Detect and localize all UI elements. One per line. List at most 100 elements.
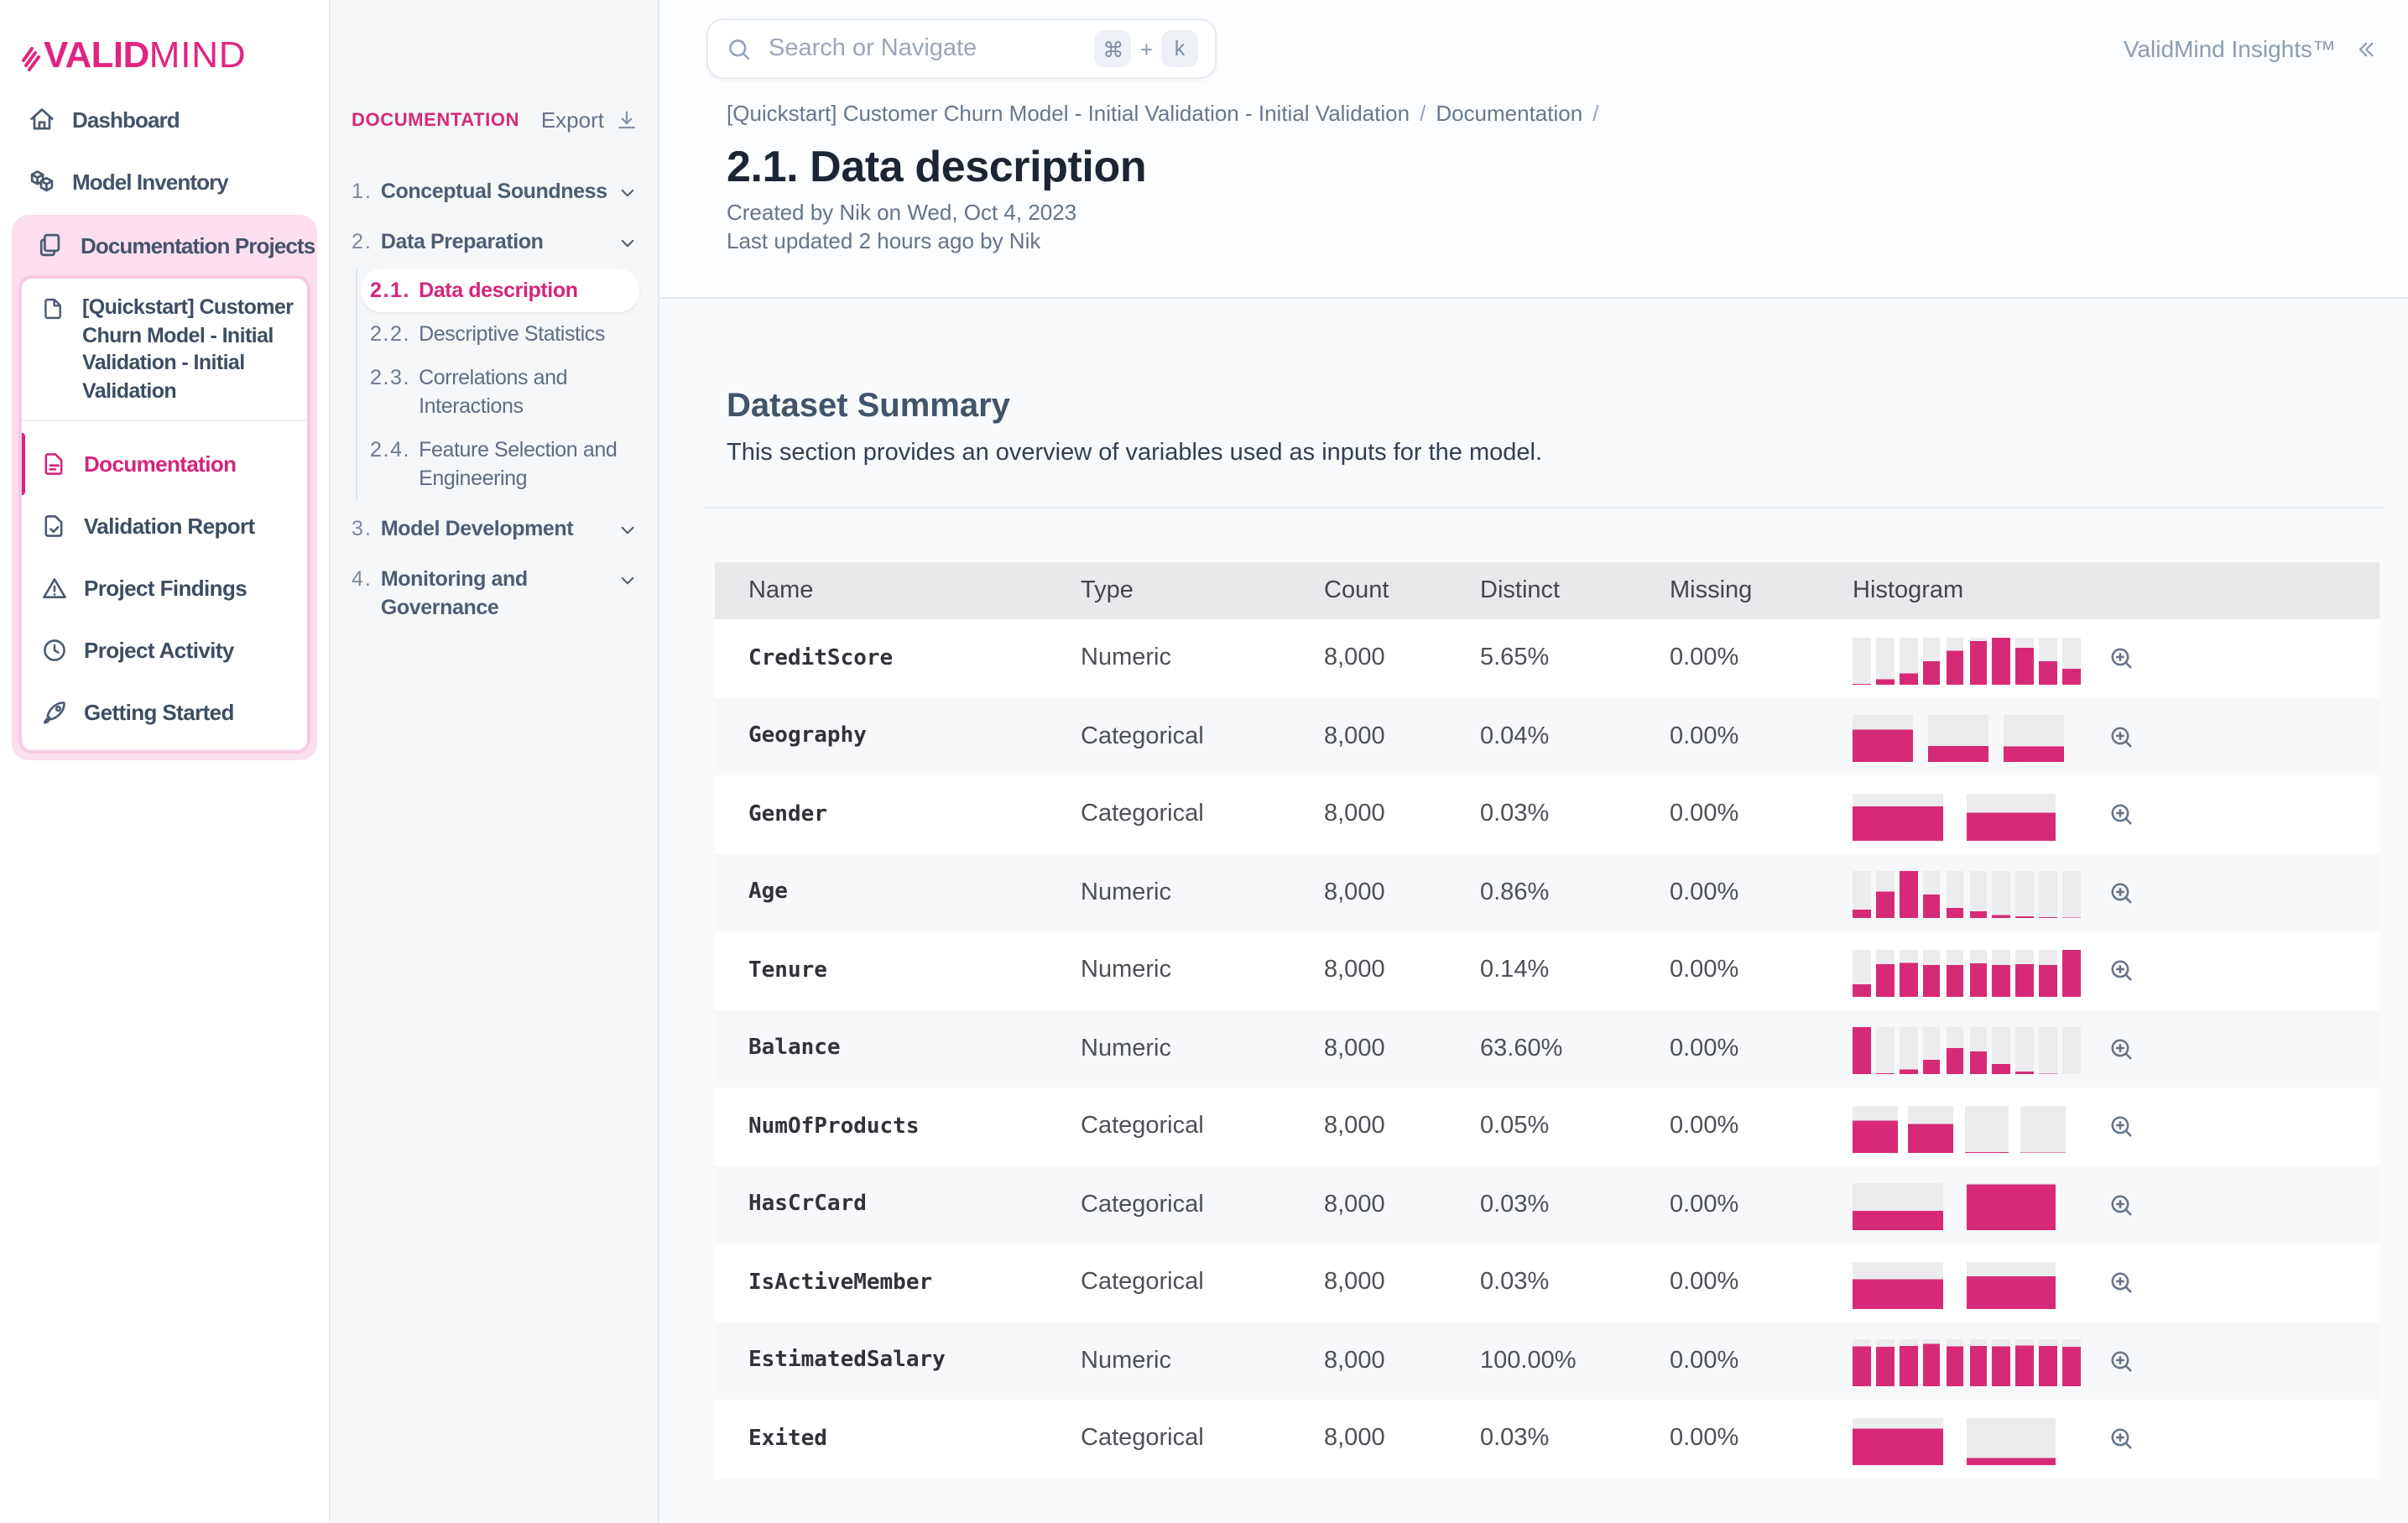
cell-histogram <box>1853 945 2379 997</box>
cell-missing: 0.00% <box>1670 645 1853 672</box>
tree-item-2-3-[interactable]: 2.3.Correlations and Interactions <box>360 356 639 428</box>
cell-missing: 0.00% <box>1670 801 1853 828</box>
section-description: This section provides an overview of var… <box>727 440 2408 467</box>
tree-item-2-2-[interactable]: 2.2.Descriptive Statistics <box>360 312 639 356</box>
documentation-sidebar: DOCUMENTATION Export 1.Conceptual Soundn… <box>330 0 659 1523</box>
cell-missing: 0.00% <box>1670 723 1853 750</box>
cell-name: CreditScore <box>715 646 1081 671</box>
histogram-chart <box>1853 638 2081 685</box>
cell-distinct: 0.05% <box>1480 1114 1670 1140</box>
section-heading: Dataset Summary <box>727 388 2408 426</box>
cell-count: 8,000 <box>1324 645 1480 672</box>
column-header-histogram: Histogram <box>1853 577 2379 604</box>
breadcrumb-documentation[interactable]: Documentation <box>1436 101 1582 126</box>
download-icon <box>614 107 639 133</box>
documentation-sidebar-title: DOCUMENTATION <box>352 110 519 130</box>
sidebar-item-validation-report[interactable]: Validation Report <box>22 498 306 554</box>
app: VALIDMIND DashboardModel InventoryDocume… <box>0 0 2408 1523</box>
documentation-tree: 1.Conceptual Soundness2.Data Preparation… <box>352 166 639 633</box>
chevron-down-icon[interactable] <box>616 231 639 254</box>
zoom-in-icon[interactable] <box>2108 1426 2136 1454</box>
sidebar-item-dashboard[interactable]: Dashboard <box>13 91 315 148</box>
table-row-balance: BalanceNumeric8,00063.60%0.00% <box>715 1009 2379 1087</box>
copy-icon <box>35 230 65 260</box>
zoom-in-icon[interactable] <box>2108 957 2136 986</box>
histogram-chart <box>1853 872 2081 919</box>
cell-type: Categorical <box>1081 723 1324 750</box>
cell-name: HasCrCard <box>715 1192 1081 1218</box>
sidebar-item-documentation-projects[interactable]: Documentation Projects <box>12 215 316 275</box>
histogram-chart <box>1853 1028 2081 1075</box>
cell-distinct: 100.00% <box>1480 1348 1670 1374</box>
cell-distinct: 5.65% <box>1480 645 1670 672</box>
tree-item-3[interactable]: 3.Model Development <box>352 503 639 554</box>
cell-name: Age <box>715 880 1081 905</box>
primary-nav: DashboardModel InventoryDocumentation Pr… <box>0 91 328 760</box>
tree-item-4[interactable]: 4.Monitoring and Governance <box>352 554 639 633</box>
tree-item-2[interactable]: 2.Data Preparation <box>352 216 639 267</box>
rocket-icon <box>40 698 69 727</box>
cell-count: 8,000 <box>1324 1348 1480 1374</box>
sidebar-item-getting-started[interactable]: Getting Started <box>22 685 306 740</box>
sidebar-item-project-activity[interactable]: Project Activity <box>22 623 306 678</box>
zoom-in-icon[interactable] <box>2108 801 2136 830</box>
cell-name: NumOfProducts <box>715 1114 1081 1140</box>
cell-count: 8,000 <box>1324 723 1480 750</box>
table-row-geography: GeographyCategorical8,0000.04%0.00% <box>715 697 2379 775</box>
logo-text: VALIDMIND <box>44 34 246 77</box>
chevron-down-icon[interactable] <box>616 180 639 204</box>
validmind-logo[interactable]: VALIDMIND <box>0 23 328 87</box>
export-button[interactable]: Export <box>541 107 639 133</box>
zoom-in-icon[interactable] <box>2108 1270 2136 1298</box>
cell-type: Categorical <box>1081 1192 1324 1218</box>
chevron-down-icon[interactable] <box>616 518 639 541</box>
logo-hatch-icon <box>20 34 44 77</box>
project-item[interactable]: [Quickstart] Customer Churn Model - Init… <box>22 279 306 416</box>
zoom-in-icon[interactable] <box>2108 645 2136 674</box>
breadcrumb-project[interactable]: [Quickstart] Customer Churn Model - Init… <box>727 101 1410 126</box>
cell-histogram <box>1853 1179 2379 1231</box>
tree-item-1[interactable]: 1.Conceptual Soundness <box>352 166 639 216</box>
tree-item-2-1-[interactable]: 2.1.Data description <box>360 269 639 312</box>
cell-histogram <box>1853 789 2379 841</box>
top-band: Search or Navigate ⌘ + k ValidMind Insig… <box>659 0 2408 299</box>
cell-type: Numeric <box>1081 1348 1324 1374</box>
sidebar-item-documentation[interactable]: Documentation <box>22 436 306 492</box>
cell-name: Exited <box>715 1427 1081 1452</box>
chevron-down-icon[interactable] <box>616 568 639 592</box>
cell-name: IsActiveMember <box>715 1270 1081 1296</box>
cell-distinct: 0.03% <box>1480 801 1670 828</box>
sidebar-item-model-inventory[interactable]: Model Inventory <box>13 153 315 210</box>
sidebar-item-project-findings[interactable]: Project Findings <box>22 561 306 616</box>
zoom-in-icon[interactable] <box>2108 1348 2136 1376</box>
file-check-icon <box>40 512 69 540</box>
zoom-in-icon[interactable] <box>2108 1114 2136 1142</box>
table-header-row: NameTypeCountDistinctMissingHistogram <box>715 562 2379 619</box>
zoom-in-icon[interactable] <box>2108 1035 2136 1064</box>
subtree: 2.1.Data description2.2.Descriptive Stat… <box>355 269 639 500</box>
cell-type: Numeric <box>1081 957 1324 984</box>
zoom-in-icon[interactable] <box>2108 1192 2136 1220</box>
histogram-chart <box>1853 794 2081 841</box>
zoom-in-icon[interactable] <box>2108 723 2136 752</box>
cell-missing: 0.00% <box>1670 1426 1853 1453</box>
cell-histogram <box>1853 867 2379 919</box>
search-input[interactable]: Search or Navigate ⌘ + k <box>706 18 1217 79</box>
tree-item-2-4-[interactable]: 2.4.Feature Selection and Engineering <box>360 428 639 500</box>
column-header-type: Type <box>1081 577 1324 604</box>
cell-distinct: 63.60% <box>1480 1035 1670 1062</box>
collapse-icon[interactable] <box>2353 36 2378 61</box>
histogram-chart <box>1853 1340 2081 1387</box>
documentation-projects-group: Documentation Projects[Quickstart] Custo… <box>12 215 316 760</box>
clock-icon <box>40 636 69 665</box>
breadcrumb: [Quickstart] Customer Churn Model - Init… <box>727 101 2408 128</box>
column-header-missing: Missing <box>1670 577 1853 604</box>
zoom-in-icon[interactable] <box>2108 879 2136 908</box>
histogram-chart <box>1853 716 2081 763</box>
table-row-exited: ExitedCategorical8,0000.03%0.00% <box>715 1400 2379 1478</box>
cell-count: 8,000 <box>1324 1426 1480 1453</box>
file-icon <box>40 295 67 404</box>
cell-distinct: 0.86% <box>1480 879 1670 906</box>
cell-type: Numeric <box>1081 1035 1324 1062</box>
product-name: ValidMind Insights™ <box>2124 35 2378 62</box>
